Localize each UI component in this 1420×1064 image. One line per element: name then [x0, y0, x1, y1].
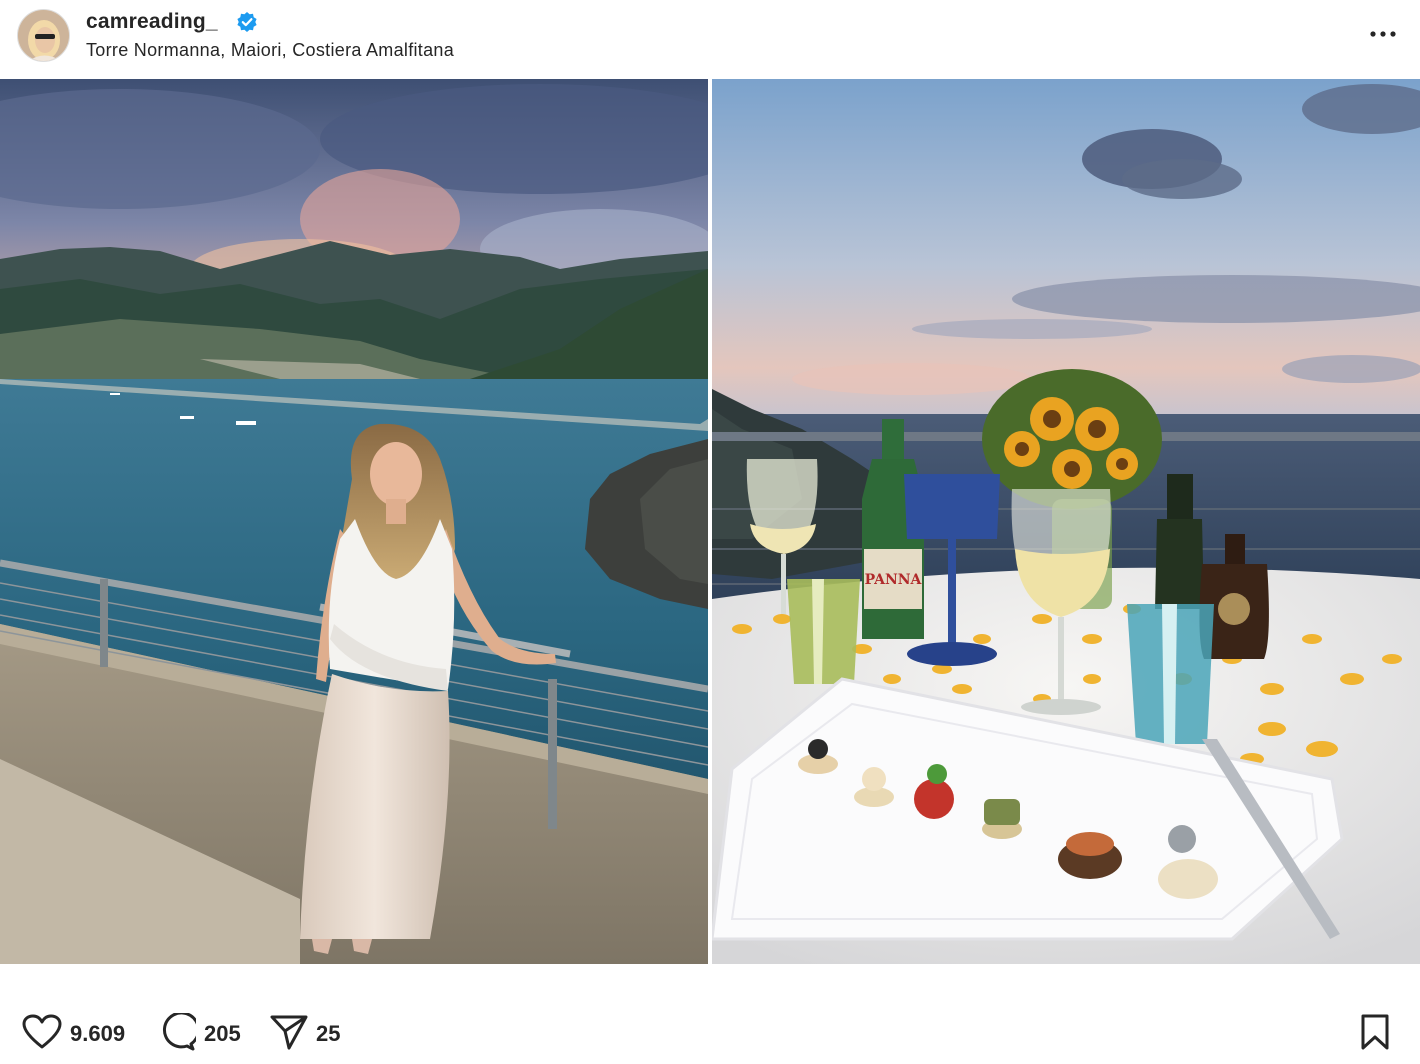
send-icon [270, 1014, 308, 1055]
comment-button[interactable]: 205 [158, 1010, 241, 1056]
like-button[interactable]: 9.609 [22, 1014, 125, 1054]
like-count[interactable]: 9.609 [70, 1021, 125, 1047]
photo-dinner-table[interactable]: PANNA [712, 79, 1420, 964]
share-count[interactable]: 25 [316, 1021, 340, 1047]
comment-count[interactable]: 205 [204, 1021, 241, 1047]
comment-icon [158, 1010, 200, 1056]
post-header: camreading_ Torre Normanna, Maiori, Cost… [0, 0, 1420, 78]
verified-badge-icon [236, 11, 258, 33]
share-button[interactable]: 25 [270, 1014, 340, 1054]
location-link[interactable]: Torre Normanna, Maiori, Costiera Amalfit… [86, 40, 454, 61]
more-options-icon[interactable] [1366, 22, 1400, 46]
save-button[interactable] [1358, 1014, 1392, 1054]
username[interactable]: camreading_ [86, 10, 218, 34]
heart-icon [22, 1014, 62, 1055]
avatar[interactable] [17, 9, 70, 62]
panna-label: PANNA [865, 572, 923, 588]
post-actions: 9.609 205 25 [0, 1000, 1420, 1064]
bookmark-icon [1358, 1013, 1392, 1056]
photo-woman-on-terrace[interactable] [0, 79, 708, 964]
